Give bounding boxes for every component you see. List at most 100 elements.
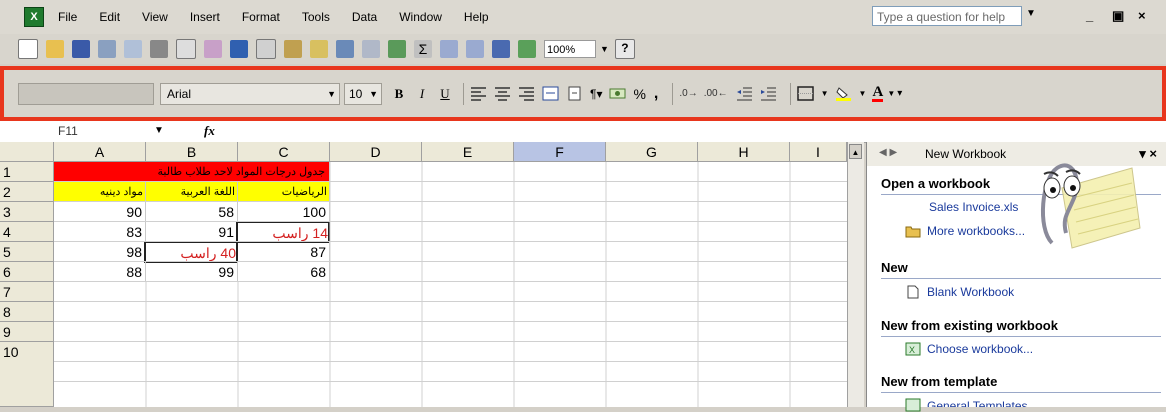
column-header-d[interactable]: D [330, 142, 422, 162]
menu-file[interactable]: File [58, 10, 77, 24]
decrease-indent-icon[interactable] [736, 86, 753, 101]
back-forward-icon[interactable]: ◀ ▶ [879, 147, 897, 158]
merge-center-icon[interactable] [542, 86, 559, 101]
increase-decimal-icon[interactable]: .0→ [679, 88, 697, 99]
format-painter-icon[interactable] [310, 40, 328, 58]
name-box[interactable]: F11 [58, 121, 168, 141]
column-header-i[interactable]: I [790, 142, 847, 162]
column-header-g[interactable]: G [606, 142, 698, 162]
menu-view[interactable]: View [142, 10, 168, 24]
text-direction-icon[interactable] [566, 86, 583, 101]
menu-tools[interactable]: Tools [302, 10, 330, 24]
row-header[interactable]: 9 [0, 322, 54, 342]
open-icon[interactable] [46, 40, 64, 58]
choose-workbook-link[interactable]: Choose workbook... [927, 342, 1033, 356]
autosum-icon[interactable]: Σ [414, 40, 432, 58]
help-dropdown-icon[interactable]: ▼ [1026, 8, 1036, 19]
permission-icon[interactable] [98, 40, 116, 58]
underline-button[interactable]: U [434, 86, 456, 102]
blank-workbook-link[interactable]: Blank Workbook [927, 285, 1014, 299]
redo-icon[interactable] [362, 40, 380, 58]
toolbar-options-icon[interactable]: ▾ [897, 88, 902, 99]
font-color-icon[interactable]: A [872, 85, 884, 102]
save-icon[interactable] [72, 40, 90, 58]
row-header[interactable]: 3 [0, 202, 54, 222]
row-header[interactable]: 1 [0, 162, 54, 182]
menu-edit[interactable]: Edit [99, 10, 120, 24]
style-select[interactable] [18, 82, 154, 105]
row-header[interactable]: 6 [0, 262, 54, 282]
currency-icon[interactable] [609, 86, 626, 101]
select-all-corner[interactable] [0, 142, 54, 162]
column-header-c[interactable]: C [238, 142, 330, 162]
sort-ascending-icon[interactable] [440, 40, 458, 58]
print-preview-icon[interactable] [176, 39, 196, 59]
chart-wizard-icon[interactable] [492, 40, 510, 58]
menu-help[interactable]: Help [464, 10, 489, 24]
italic-button[interactable]: I [411, 86, 433, 102]
standard-toolbar: Σ 100% ▼ ? [0, 34, 1166, 64]
row-header[interactable]: 2 [0, 182, 54, 202]
insert-function-icon[interactable]: fx [204, 123, 215, 139]
restore-icon[interactable]: ▣ [1112, 8, 1124, 24]
general-templates-link[interactable]: General Templates... [927, 399, 1038, 407]
column-header-b[interactable]: B [146, 142, 238, 162]
email-icon[interactable] [124, 40, 142, 58]
zoom-dropdown-icon[interactable]: ▼ [600, 44, 609, 54]
cut-icon[interactable] [230, 40, 248, 58]
increase-indent-icon[interactable] [760, 86, 777, 101]
menu-format[interactable]: Format [242, 10, 280, 24]
new-icon[interactable] [18, 39, 38, 59]
column-header-h[interactable]: H [698, 142, 790, 162]
borders-dropdown-icon[interactable]: ▼ [821, 89, 829, 98]
close-icon[interactable]: × [1138, 8, 1146, 23]
office-assistant-icon[interactable] [1022, 148, 1142, 258]
row-header[interactable]: 10 [0, 342, 54, 407]
hyperlink-icon[interactable] [388, 40, 406, 58]
column-header-f[interactable]: F [514, 142, 606, 162]
more-workbooks-link[interactable]: More workbooks... [927, 224, 1025, 238]
font-select[interactable]: Arial ▼ [160, 82, 340, 105]
scroll-up-icon[interactable]: ▲ [849, 144, 862, 159]
decrease-decimal-icon[interactable]: .00← [704, 88, 728, 99]
row-header[interactable]: 8 [0, 302, 54, 322]
chevron-down-icon[interactable]: ▼ [154, 125, 164, 136]
excel-app-icon[interactable]: X [24, 7, 44, 27]
paste-icon[interactable] [284, 40, 302, 58]
column-header-e[interactable]: E [422, 142, 514, 162]
existing-workbook-heading: New from existing workbook [881, 318, 1058, 333]
align-left-icon[interactable] [470, 86, 487, 101]
vertical-scrollbar[interactable]: ▲ [847, 142, 864, 407]
print-icon[interactable] [150, 40, 168, 58]
zoom-select[interactable]: 100% [544, 40, 596, 58]
paragraph-direction-icon[interactable]: ¶▾ [590, 87, 602, 101]
align-right-icon[interactable] [518, 86, 535, 101]
undo-icon[interactable] [336, 40, 354, 58]
chevron-down-icon[interactable]: ▼ [327, 84, 336, 104]
drawing-icon[interactable] [518, 40, 536, 58]
menu-insert[interactable]: Insert [190, 10, 220, 24]
menu-data[interactable]: Data [352, 10, 377, 24]
align-center-icon[interactable] [494, 86, 511, 101]
chevron-down-icon[interactable]: ▼ [369, 84, 378, 104]
font-color-dropdown-icon[interactable]: ▼ [887, 89, 895, 98]
menu-window[interactable]: Window [399, 10, 442, 24]
fill-color-dropdown-icon[interactable]: ▼ [859, 89, 867, 98]
recent-file-link[interactable]: Sales Invoice.xls [929, 200, 1018, 214]
help-icon[interactable]: ? [614, 39, 635, 59]
borders-icon[interactable] [796, 86, 814, 101]
fill-color-icon[interactable] [835, 86, 852, 101]
row-header[interactable]: 7 [0, 282, 54, 302]
copy-icon[interactable] [256, 39, 276, 59]
row-header[interactable]: 5 [0, 242, 54, 262]
sort-descending-icon[interactable] [466, 40, 484, 58]
column-header-a[interactable]: A [54, 142, 146, 162]
minimize-icon[interactable]: _ [1086, 8, 1093, 23]
bold-button[interactable]: B [388, 86, 410, 102]
comma-style-button[interactable]: , [654, 85, 658, 103]
row-header[interactable]: 4 [0, 222, 54, 242]
percent-button[interactable]: % [633, 86, 645, 102]
help-search-input[interactable]: Type a question for help [872, 6, 1022, 26]
font-size-select[interactable]: 10 ▼ [344, 82, 382, 105]
spelling-icon[interactable] [204, 40, 222, 58]
